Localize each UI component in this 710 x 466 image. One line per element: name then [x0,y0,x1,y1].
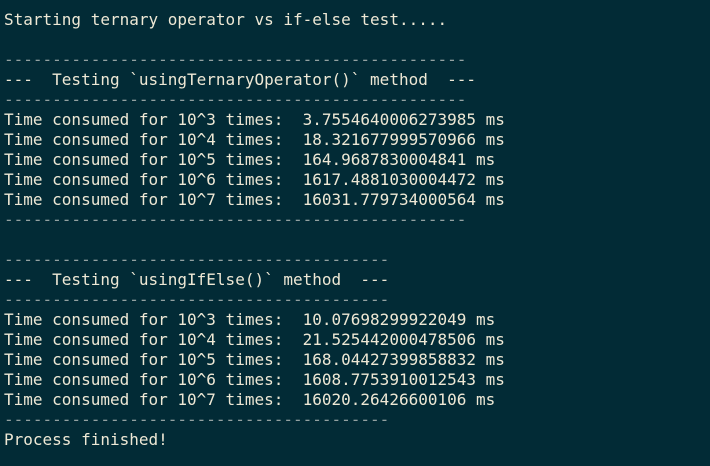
result-row: Time consumed for 10^4 times: 21.5254420… [4,330,505,349]
start-message: Starting ternary operator vs if-else tes… [4,10,448,29]
result-row: Time consumed for 10^5 times: 164.968783… [4,150,496,169]
result-row: Time consumed for 10^6 times: 1608.77539… [4,370,505,389]
result-row: Time consumed for 10^6 times: 1617.48810… [4,170,505,189]
result-row: Time consumed for 10^4 times: 18.3216779… [4,130,505,149]
divider: ---------------------------------------- [4,410,390,429]
result-row: Time consumed for 10^5 times: 168.044273… [4,350,505,369]
divider: ----------------------------------------… [4,50,467,69]
result-row: Time consumed for 10^7 times: 16020.2642… [4,390,496,409]
section-heading-ternary: --- Testing `usingTernaryOperator()` met… [4,70,477,89]
divider: ---------------------------------------- [4,250,390,269]
divider: ----------------------------------------… [4,210,467,229]
divider: ----------------------------------------… [4,90,467,109]
divider: ---------------------------------------- [4,290,390,309]
terminal-output[interactable]: Starting ternary operator vs if-else tes… [0,0,710,466]
result-row: Time consumed for 10^3 times: 3.75546400… [4,110,505,129]
result-row: Time consumed for 10^3 times: 10.0769829… [4,310,496,329]
result-row: Time consumed for 10^7 times: 16031.7797… [4,190,505,209]
end-message: Process finished! [4,430,168,449]
section-heading-ifelse: --- Testing `usingIfElse()` method --- [4,270,390,289]
